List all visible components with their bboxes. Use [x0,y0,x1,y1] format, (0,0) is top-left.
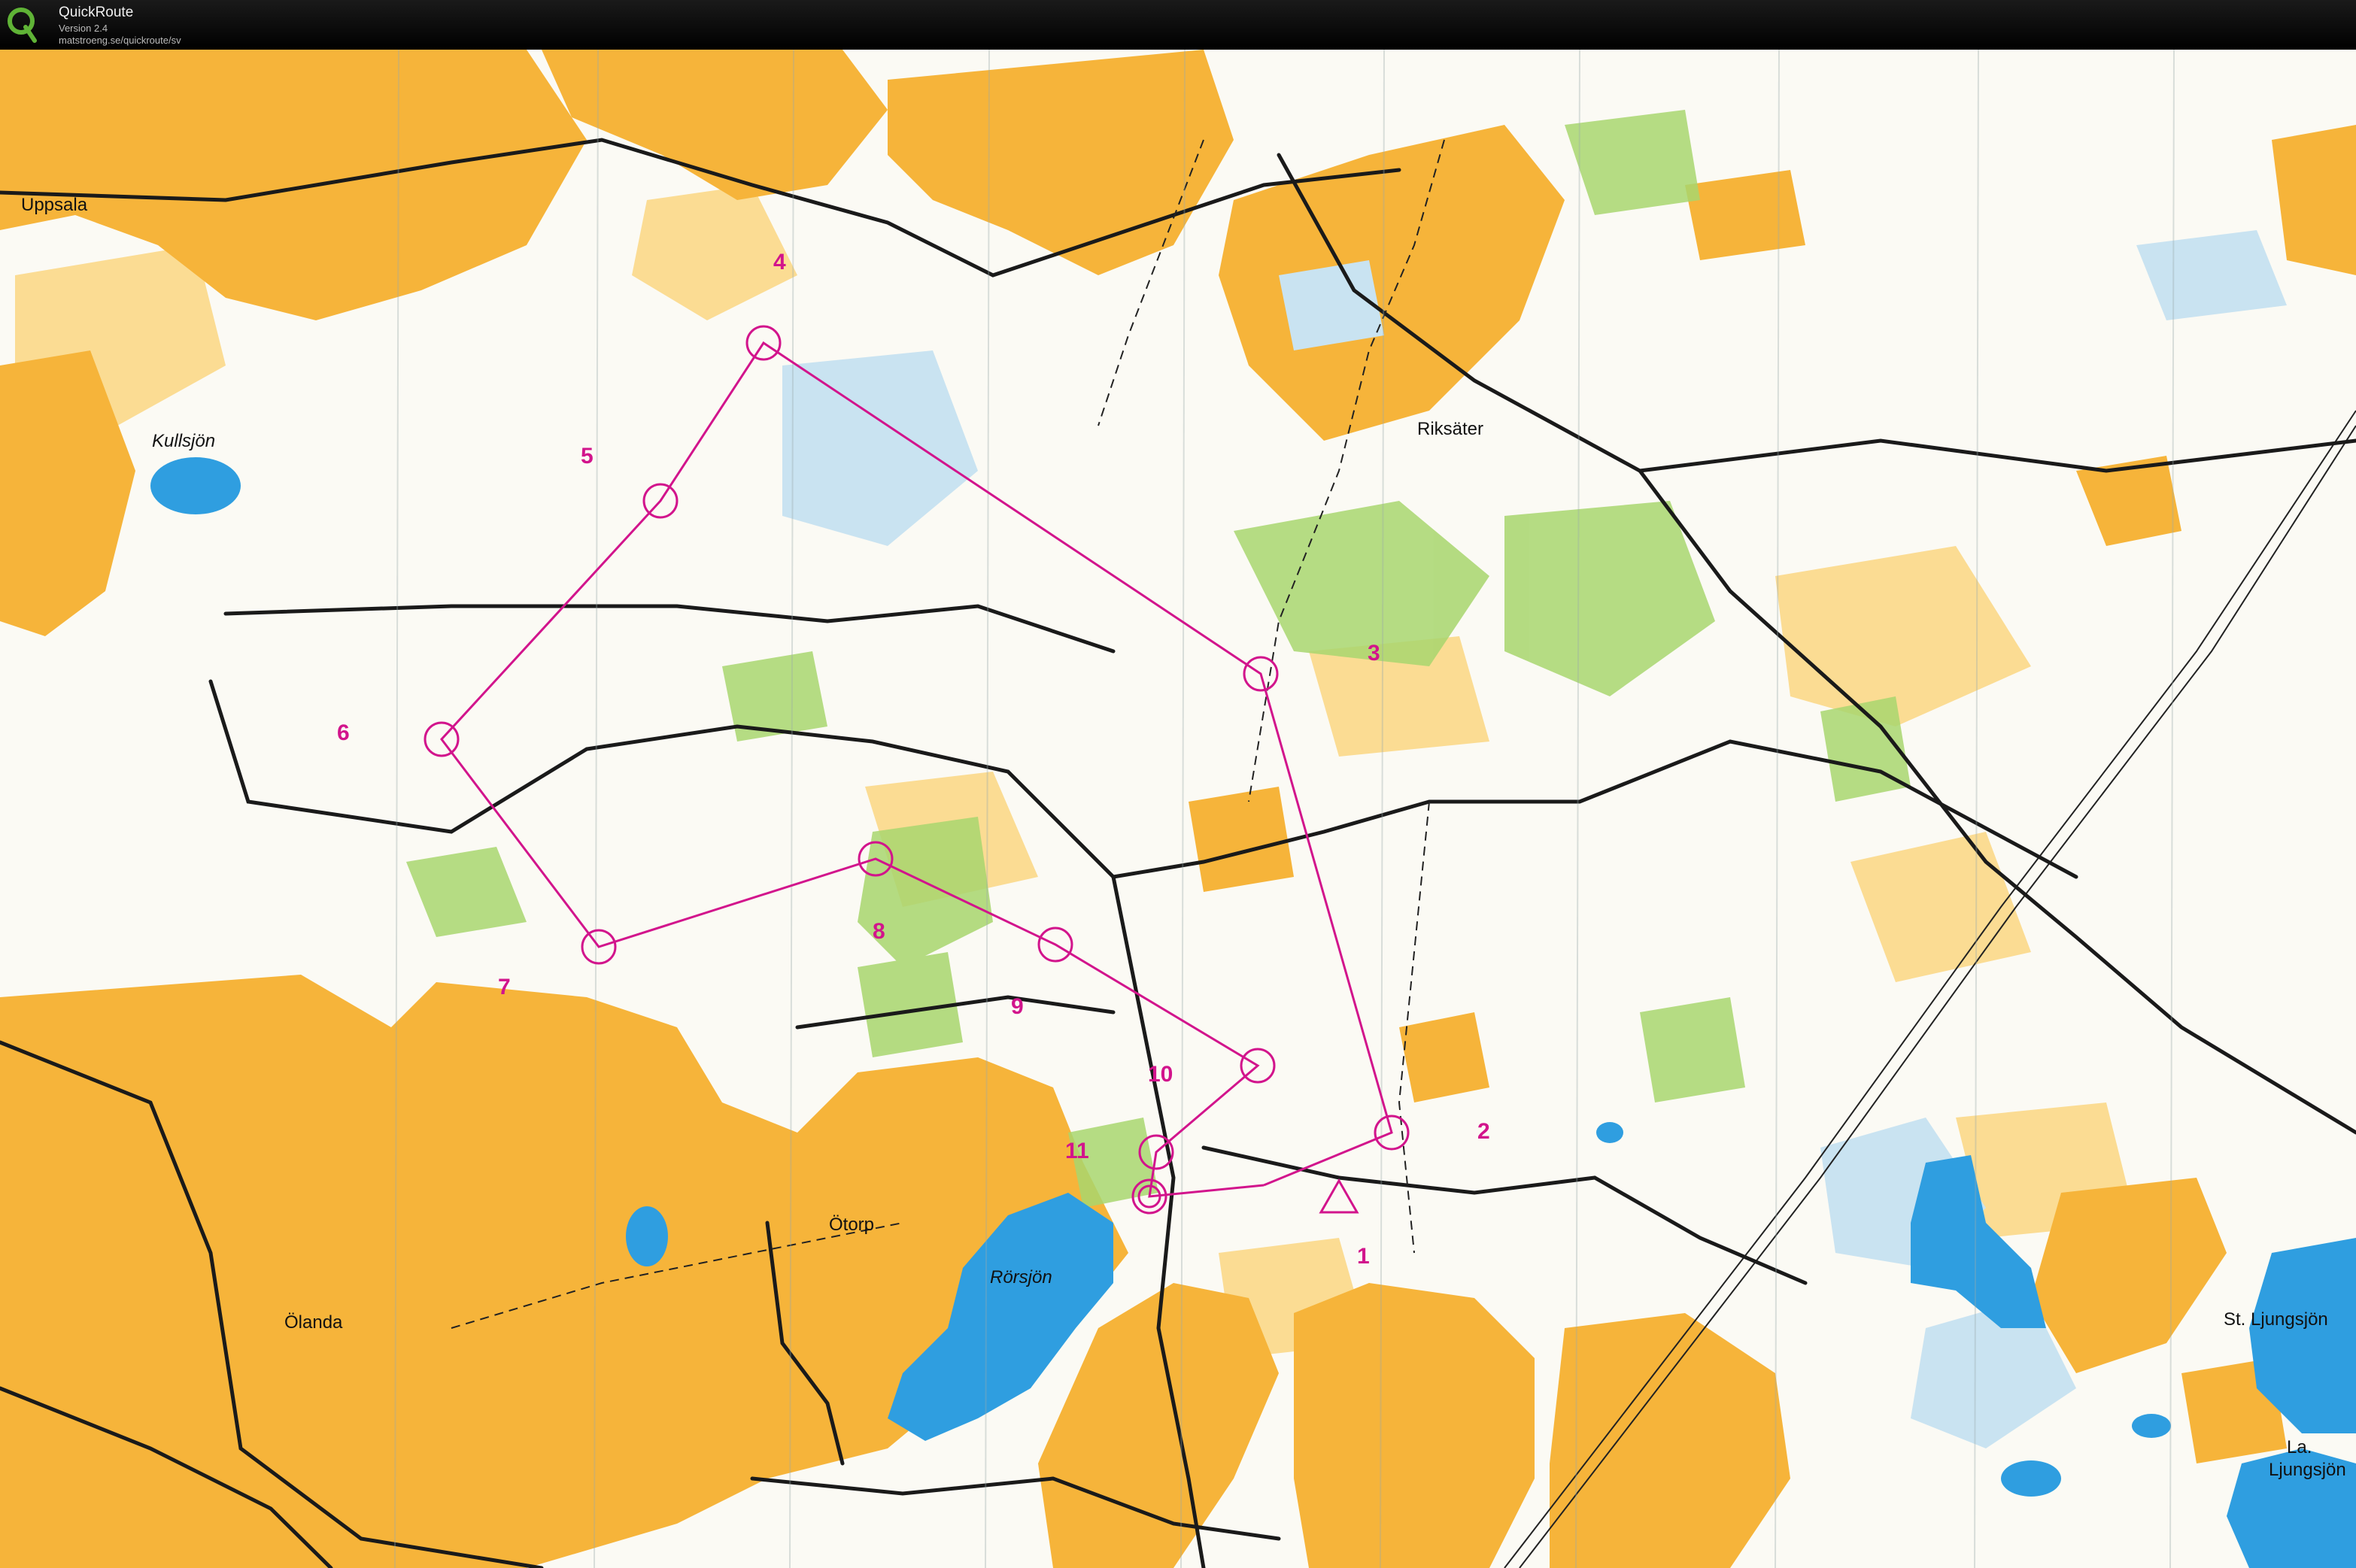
app-url: matstroeng.se/quickroute/sv [59,35,181,46]
pond-southeast [2001,1460,2061,1497]
place-kullsjon: Kullsjön [152,431,215,451]
control-number-9: 9 [1011,994,1024,1019]
control-number-6: 6 [337,720,350,745]
place-st-ljungsjon: St. Ljungsjön [2224,1309,2328,1330]
lake-kullsjon [150,457,241,514]
place-la-ljungsjon-line2: Ljungsjön [2269,1460,2346,1480]
control-number-3: 3 [1368,641,1380,666]
quickroute-q-logo-icon [8,8,37,43]
control-number-2: 2 [1477,1119,1490,1144]
pond-otorp [626,1206,668,1266]
pond-south [2132,1414,2171,1438]
control-number-8: 8 [873,919,885,944]
place-otorp: Ötorp [829,1215,874,1235]
title-bar: QuickRoute Version 2.4 matstroeng.se/qui… [0,0,2356,50]
map-canvas: 1 2 3 4 5 6 7 8 9 10 11 Uppsala Kullsjön… [0,50,2356,1568]
orienteering-map[interactable]: 1 2 3 4 5 6 7 8 9 10 11 Uppsala Kullsjön… [0,50,2356,1568]
control-number-4: 4 [773,250,786,274]
control-number-10: 10 [1148,1062,1173,1087]
place-riksater: Riksäter [1417,419,1483,439]
app-version: Version 2.4 [59,23,108,34]
place-la-ljungsjon-line1: La. [2287,1437,2312,1457]
control-number-1: 1 [1357,1244,1370,1269]
place-uppsala: Uppsala [21,195,88,215]
pond-east [1596,1122,1623,1143]
app-name: QuickRoute [59,5,134,20]
place-rorsjon: Rörsjön [990,1267,1052,1287]
control-number-7: 7 [498,975,511,999]
place-olanda: Ölanda [284,1312,343,1333]
control-number-5: 5 [581,444,594,469]
control-number-11: 11 [1065,1139,1089,1163]
